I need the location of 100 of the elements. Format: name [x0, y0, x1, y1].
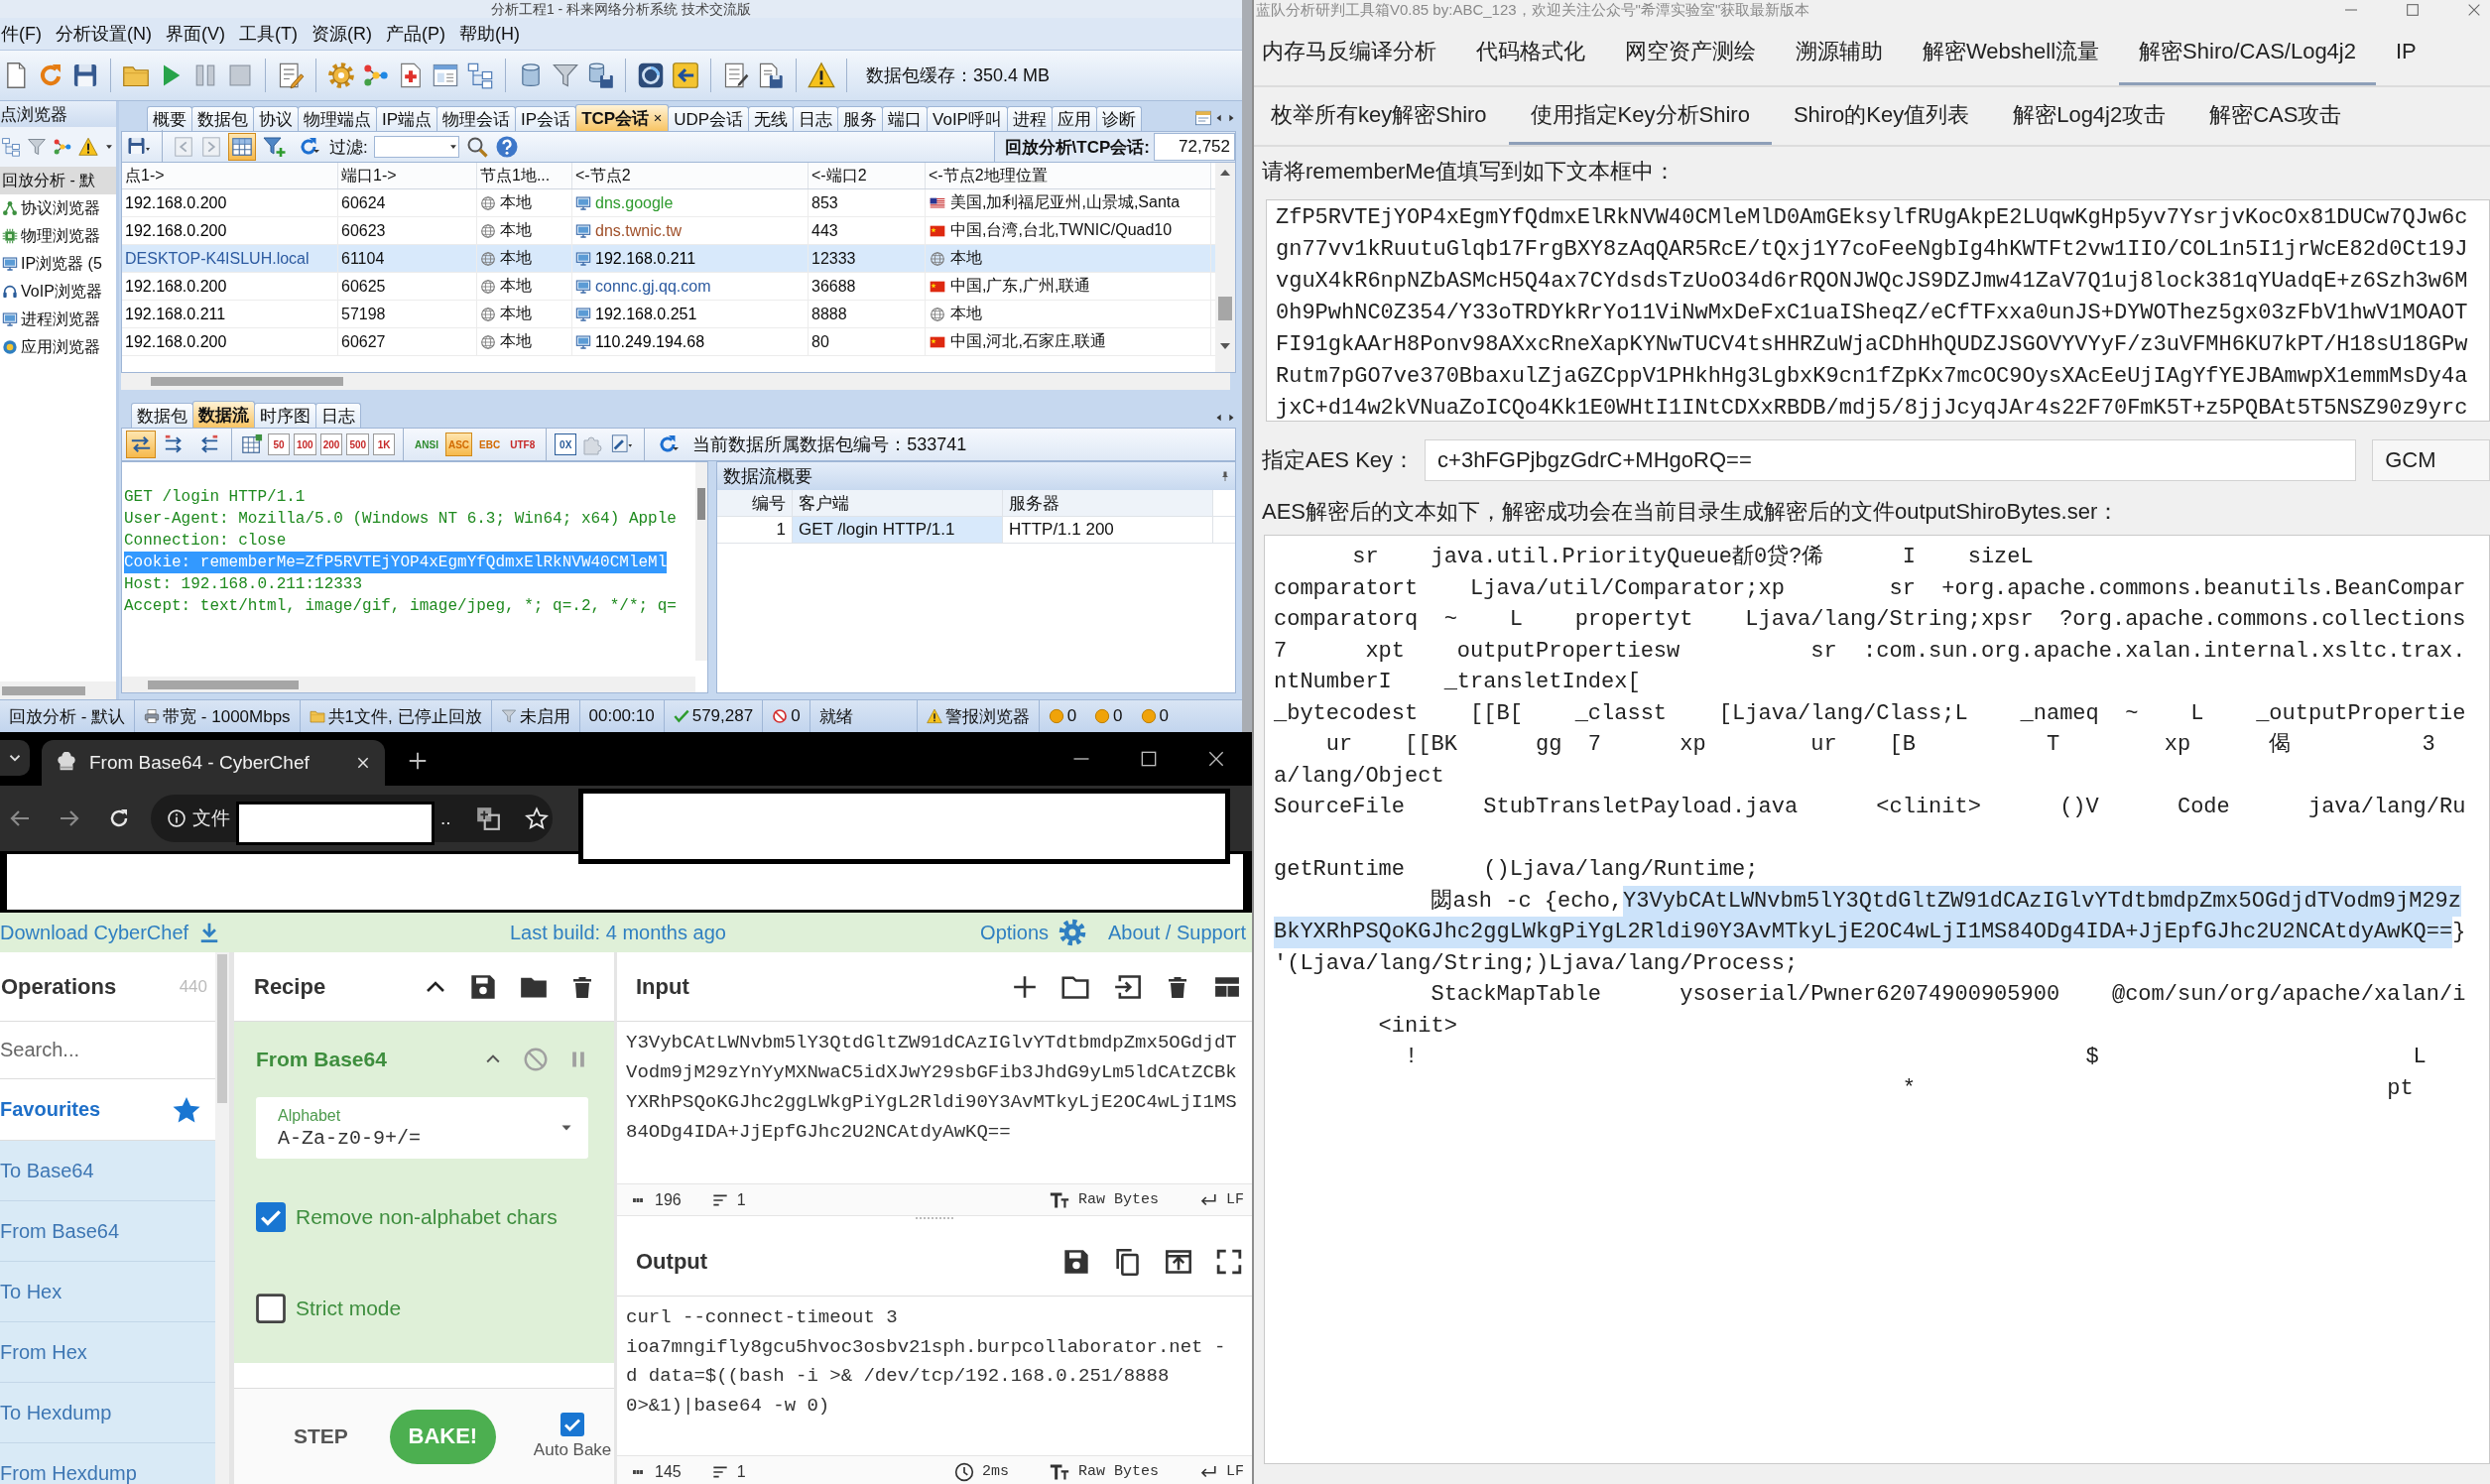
tree-item[interactable]: 协议浏览器 [0, 194, 116, 222]
arrow-left-icon[interactable] [672, 62, 699, 89]
funnel-icon[interactable] [552, 62, 579, 89]
column-header[interactable]: 端口1-> [338, 163, 477, 188]
save-icon[interactable] [469, 972, 497, 1001]
tab[interactable]: Shiro的Key值列表 [1771, 87, 1992, 145]
table-row[interactable]: 192.168.0.200 60625 本地 connc.gj.qq.com 36688 中国,广东,广州,联通 [122, 273, 1215, 301]
save-document-icon[interactable] [757, 62, 785, 89]
menu-item[interactable]: 界面(V) [165, 22, 226, 46]
tab[interactable]: IP会话 [515, 106, 577, 131]
info-icon[interactable] [167, 808, 187, 828]
checkbox[interactable] [560, 1413, 585, 1436]
tab[interactable]: 网空资产测绘 [1605, 20, 1776, 85]
network-icon[interactable] [53, 137, 72, 157]
column-header[interactable]: 编号 [717, 490, 793, 516]
tab[interactable]: 内存马反编译分析 [1254, 20, 1456, 85]
column-header[interactable]: <-端口2 [809, 163, 926, 188]
tab[interactable]: 日志 [793, 106, 839, 131]
tree-item[interactable]: 物理浏览器 [0, 222, 116, 250]
save-icon[interactable] [71, 62, 99, 89]
scrollbar[interactable] [695, 462, 707, 661]
funnel-icon[interactable] [27, 137, 47, 157]
size-button[interactable]: 500 [346, 433, 370, 455]
edit-document-icon[interactable] [277, 62, 305, 89]
tab[interactable]: TCP会话 [575, 104, 670, 131]
tree-icon[interactable] [1, 137, 21, 157]
encoding-button[interactable]: ANSI [412, 433, 441, 456]
close-icon[interactable] [1206, 749, 1226, 769]
column-header[interactable]: 服务器 [1003, 490, 1213, 516]
help-icon[interactable] [494, 135, 519, 159]
operation-item[interactable]: From Base64 [0, 1201, 215, 1262]
tab[interactable]: 端口 [882, 106, 929, 131]
scrollbar[interactable] [122, 677, 695, 692]
tab[interactable]: IP [2376, 20, 2436, 85]
warning-icon[interactable] [78, 137, 98, 157]
step-button[interactable]: STEP [294, 1424, 348, 1448]
triangle-left-icon[interactable] [1214, 412, 1224, 424]
tab-list-button[interactable] [0, 740, 30, 776]
column-header[interactable]: <-节点2地理位置 [926, 163, 1211, 188]
tab[interactable]: 解密Shiro/CAS/Log4j2 [2119, 20, 2376, 85]
tab[interactable]: 诊断 [1095, 106, 1142, 131]
eol-selector[interactable]: LF [1226, 1463, 1244, 1480]
resize-handle[interactable] [915, 1216, 954, 1220]
hex-button[interactable]: 0X [555, 433, 577, 455]
tab[interactable]: 物理端点 [298, 106, 377, 131]
menu-item[interactable]: 工具(T) [238, 22, 299, 46]
import-icon[interactable] [1113, 972, 1143, 1001]
tab[interactable]: 服务 [837, 106, 884, 131]
tab[interactable]: IP端点 [376, 106, 438, 131]
scrollbar[interactable] [121, 373, 1230, 390]
rememberme-field[interactable] [1266, 199, 2490, 422]
column-header[interactable]: 节点1地... [477, 163, 572, 188]
scrollbar[interactable] [215, 952, 229, 1484]
grid-icon[interactable] [240, 433, 264, 455]
maximize-icon[interactable] [1139, 749, 1159, 769]
tab[interactable]: 时序图 [254, 403, 316, 428]
mode-dropdown[interactable]: GCM [2372, 439, 2490, 481]
upload-box-icon[interactable] [1164, 1247, 1193, 1276]
checkbox[interactable] [256, 1294, 286, 1323]
tab[interactable]: 代码格式化 [1456, 20, 1605, 85]
tab[interactable]: 使用指定Key分析Shiro [1508, 87, 1772, 145]
aes-key-field[interactable]: c+3hFGPjbgzGdrC+MHgoRQ== [1425, 439, 2357, 481]
tab[interactable]: 物理会话 [436, 106, 517, 131]
ring-icon[interactable] [637, 62, 665, 89]
size-button[interactable]: 50 [268, 433, 290, 455]
column-header[interactable]: 点1-> [122, 163, 338, 188]
menu-item[interactable]: 资源(R) [310, 22, 373, 46]
input-textarea[interactable]: Y3VybCAtLWNvbm5lY3QtdGltZW91dCAzIGlvYTdtbmdpZmx5OGdjdTVodm9jM29zYnYyMXNwaC5idXJwY29sbGFib3JhdG9yLm5ldCAtZCBkYXRhPSQoKGJhc2ggLWkgPiYgL2Rldi90Y3AvMTkyLjE2OC4wLjI1MS84ODg4IDA+JjEpfGJhc2U2NCAtdyAwKQ== [626, 1028, 1242, 1147]
menu-item[interactable]: 件(F) [0, 22, 43, 46]
operation-item[interactable]: To Base64 [0, 1141, 215, 1201]
scrollbar[interactable] [1215, 163, 1235, 372]
grid-view-button[interactable] [228, 133, 256, 161]
tab[interactable]: 无线 [748, 106, 795, 131]
tab[interactable]: 概要 [147, 106, 192, 131]
operation-item[interactable]: From Hexdump [0, 1443, 215, 1484]
tab[interactable]: 溯源辅助 [1776, 20, 1903, 85]
direction-button[interactable] [126, 431, 156, 458]
tab[interactable]: VoIP呼叫 [927, 106, 1008, 131]
menu-item[interactable]: 产品(P) [384, 22, 446, 46]
tree-item[interactable]: VoIP浏览器 [0, 278, 116, 306]
notepad-icon[interactable] [722, 62, 750, 89]
settings-icon[interactable] [1058, 919, 1086, 946]
tree-icon[interactable] [466, 62, 494, 89]
alphabet-field[interactable]: Alphabet A-Za-z0-9+/= [256, 1097, 588, 1159]
table-row[interactable]: DESKTOP-K4ISLUH.local 61104 本地 192.168.0.211 12333 本地 [122, 245, 1215, 273]
tree-item[interactable]: 回放分析 - 默 [0, 167, 116, 194]
tab[interactable]: 应用 [1051, 106, 1097, 131]
menu-item[interactable]: 分析设置(N) [55, 22, 153, 46]
star-icon[interactable] [524, 806, 549, 830]
options-link[interactable]: Options [980, 921, 1049, 944]
operation-item[interactable]: From Hex [0, 1322, 215, 1383]
tab[interactable]: 数据流 [192, 401, 255, 428]
tab[interactable]: 日志 [315, 403, 361, 428]
column-header[interactable]: <-节点2 [572, 163, 809, 188]
output-textarea[interactable] [1264, 535, 2490, 1464]
encoding-selector[interactable]: Raw Bytes [1077, 1463, 1159, 1480]
plus-icon[interactable] [1012, 973, 1038, 1000]
size-button[interactable]: 200 [319, 433, 343, 455]
tab[interactable]: 枚举所有key解密Shiro [1254, 87, 1509, 145]
window-icon[interactable] [432, 62, 459, 89]
